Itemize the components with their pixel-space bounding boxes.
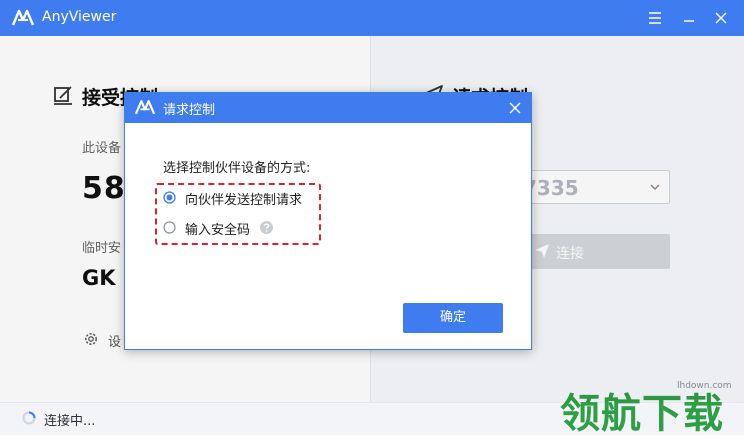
- dialog-prompt: 选择控制伙伴设备的方式:: [163, 161, 311, 176]
- help-icon[interactable]: [259, 220, 274, 235]
- option-send-request-label: 向伙伴发送控制请求: [185, 193, 303, 208]
- app-window: AnyViewer 接受控制 此设备 58 临时安 GK 设 请求控制 7335: [0, 0, 744, 437]
- request-control-dialog: 请求控制 选择控制伙伴设备的方式: 向伙伴发送控制请求 输入安全码 确定: [124, 92, 532, 350]
- radio-unselected-icon[interactable]: [163, 221, 176, 234]
- loading-spinner-icon: [22, 411, 36, 425]
- minimize-icon[interactable]: [680, 9, 698, 27]
- status-text: 连接中...: [44, 414, 96, 429]
- dialog-title: 请求控制: [163, 103, 216, 118]
- menu-icon[interactable]: [646, 9, 664, 27]
- close-icon[interactable]: [712, 9, 730, 27]
- dialog-close-icon[interactable]: [508, 101, 522, 115]
- ok-button[interactable]: 确定: [403, 303, 503, 333]
- anyviewer-logo-icon: [135, 100, 155, 115]
- dialog-title-bar: 请求控制: [125, 93, 531, 123]
- option-security-code-label: 输入安全码: [185, 223, 251, 238]
- anyviewer-logo-icon: [12, 9, 34, 26]
- app-title: AnyViewer: [42, 9, 117, 25]
- title-bar: AnyViewer: [0, 0, 744, 36]
- radio-selected-icon[interactable]: [163, 191, 176, 204]
